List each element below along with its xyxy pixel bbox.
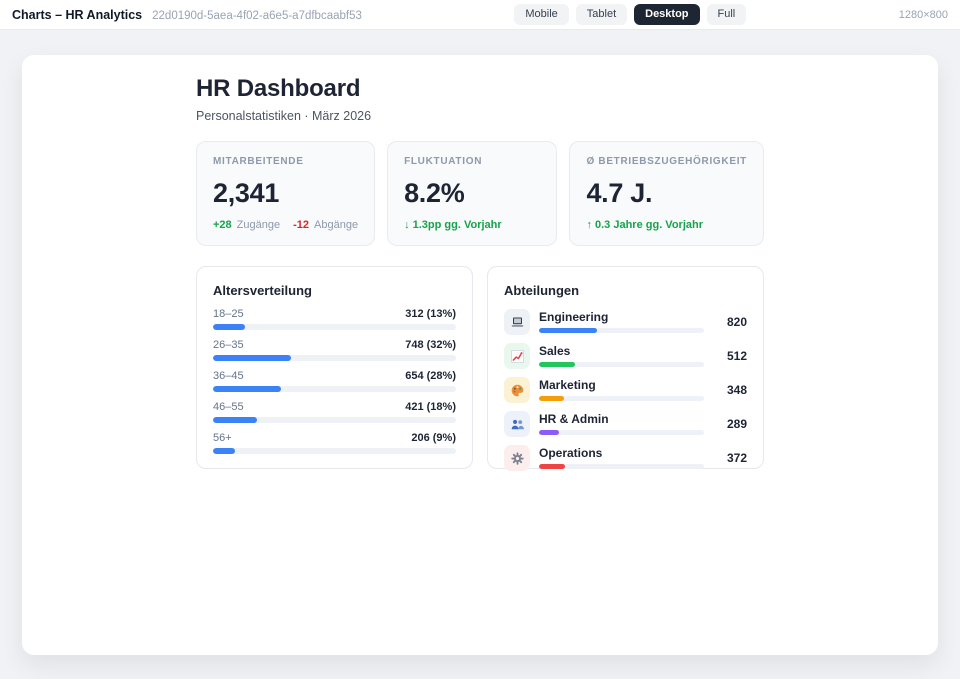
stat-label: Ø BETRIEBSZUGEHÖRIGKEIT — [586, 156, 747, 167]
stat-footer: ↓ 1.3pp gg. Vorjahr — [404, 219, 540, 231]
palette-icon — [504, 377, 530, 403]
dept-row: Marketing 348 — [504, 376, 747, 404]
stat-label: MITARBEITENDE — [213, 156, 358, 167]
chart-title: Abteilungen — [504, 283, 747, 298]
dept-name: Marketing — [539, 379, 704, 392]
topbar: Charts – HR Analytics 22d0190d-5aea-4f02… — [0, 0, 960, 30]
additions-label: Zugänge — [237, 219, 280, 231]
additions-delta: +28 — [213, 219, 232, 231]
dept-name: Operations — [539, 447, 704, 460]
age-row: 18–25 312 (13%) — [213, 308, 456, 330]
people-icon — [504, 411, 530, 437]
age-distribution-rows: 18–25 312 (13%) 26–35 748 (32%) 36–45 65… — [213, 308, 456, 454]
age-value-label: 654 (28%) — [405, 370, 456, 382]
stat-label: FLUKTUATION — [404, 156, 540, 167]
stat-card-fluktuation: FLUKTUATION 8.2% ↓ 1.3pp gg. Vorjahr — [387, 141, 557, 246]
session-uuid: 22d0190d-5aea-4f02-a6e5-a7dfbcaabf53 — [152, 10, 362, 22]
dept-bar-track — [539, 430, 704, 435]
stat-value: 8.2% — [404, 178, 540, 209]
stat-card-mitarbeitende: MITARBEITENDE 2,341 +28 Zugänge -12 Abgä… — [196, 141, 375, 246]
age-bar — [213, 355, 291, 361]
age-bar — [213, 448, 235, 454]
dept-bar-track — [539, 362, 704, 367]
age-bar-track — [213, 448, 456, 454]
device-toggle-group: Mobile Tablet Desktop Full — [514, 4, 746, 24]
laptop-icon — [504, 309, 530, 335]
stat-card-betriebszugehoerigkeit: Ø BETRIEBSZUGEHÖRIGKEIT 4.7 J. ↑ 0.3 Jah… — [569, 141, 764, 246]
page-subtitle: Personalstatistiken · März 2026 — [196, 109, 764, 123]
dept-bar-track — [539, 464, 704, 469]
age-bar-track — [213, 386, 456, 392]
dept-value: 820 — [713, 315, 747, 329]
dept-bar — [539, 362, 575, 367]
dashboard-content: HR Dashboard Personalstatistiken · März … — [196, 55, 764, 469]
preview-canvas: HR Dashboard Personalstatistiken · März … — [22, 55, 938, 655]
age-row: 26–35 748 (32%) — [213, 339, 456, 361]
age-value-label: 748 (32%) — [405, 339, 456, 351]
device-button-tablet[interactable]: Tablet — [576, 4, 627, 24]
topbar-title-group: Charts – HR Analytics 22d0190d-5aea-4f02… — [12, 8, 362, 22]
age-value-label: 421 (18%) — [405, 401, 456, 413]
age-range-label: 36–45 — [213, 370, 244, 382]
departments-rows: Engineering 820 Sales 512 Marketing 348 — [504, 308, 747, 472]
age-bar — [213, 324, 245, 330]
age-range-label: 26–35 — [213, 339, 244, 351]
stat-value: 4.7 J. — [586, 178, 747, 209]
trend-label: ↑ 0.3 Jahre gg. Vorjahr — [586, 219, 703, 231]
dept-row: HR & Admin 289 — [504, 410, 747, 438]
age-value-label: 312 (13%) — [405, 308, 456, 320]
dept-row: Sales 512 — [504, 342, 747, 370]
age-range-label: 18–25 — [213, 308, 244, 320]
device-button-desktop[interactable]: Desktop — [634, 4, 699, 24]
page-title: HR Dashboard — [196, 75, 764, 103]
trend-label: ↓ 1.3pp gg. Vorjahr — [404, 219, 502, 231]
age-bar-track — [213, 417, 456, 423]
dept-bar — [539, 464, 565, 469]
viewport-size-label: 1280×800 — [899, 9, 948, 21]
age-bar-track — [213, 324, 456, 330]
chart-title: Altersverteilung — [213, 283, 456, 298]
age-bar — [213, 417, 257, 423]
dept-bar — [539, 328, 597, 333]
gear-icon — [504, 445, 530, 471]
age-range-label: 56+ — [213, 432, 232, 444]
stat-footer: ↑ 0.3 Jahre gg. Vorjahr — [586, 219, 747, 231]
dept-value: 512 — [713, 349, 747, 363]
device-button-full[interactable]: Full — [707, 4, 747, 24]
departures-delta: -12 — [293, 219, 309, 231]
dept-value: 289 — [713, 417, 747, 431]
stats-row: MITARBEITENDE 2,341 +28 Zugänge -12 Abgä… — [196, 141, 764, 246]
age-row: 46–55 421 (18%) — [213, 401, 456, 423]
departments-card: Abteilungen Engineering 820 Sales 512 Ma… — [487, 266, 764, 469]
chart-up-icon — [504, 343, 530, 369]
dept-bar-track — [539, 328, 704, 333]
age-row: 56+ 206 (9%) — [213, 432, 456, 454]
age-row: 36–45 654 (28%) — [213, 370, 456, 392]
age-range-label: 46–55 — [213, 401, 244, 413]
dept-row: Operations 372 — [504, 444, 747, 472]
dept-bar — [539, 396, 564, 401]
dept-row: Engineering 820 — [504, 308, 747, 336]
dept-bar — [539, 430, 559, 435]
dept-bar-track — [539, 396, 704, 401]
stat-footer: +28 Zugänge -12 Abgänge — [213, 219, 358, 231]
age-distribution-card: Altersverteilung 18–25 312 (13%) 26–35 7… — [196, 266, 473, 469]
departures-label: Abgänge — [314, 219, 358, 231]
app-title: Charts – HR Analytics — [12, 8, 142, 22]
charts-row: Altersverteilung 18–25 312 (13%) 26–35 7… — [196, 266, 764, 469]
dept-name: Engineering — [539, 311, 704, 324]
stat-value: 2,341 — [213, 178, 358, 209]
dept-name: HR & Admin — [539, 413, 704, 426]
dept-value: 372 — [713, 451, 747, 465]
dept-value: 348 — [713, 383, 747, 397]
age-bar-track — [213, 355, 456, 361]
age-value-label: 206 (9%) — [411, 432, 456, 444]
age-bar — [213, 386, 281, 392]
device-button-mobile[interactable]: Mobile — [514, 4, 568, 24]
dept-name: Sales — [539, 345, 704, 358]
